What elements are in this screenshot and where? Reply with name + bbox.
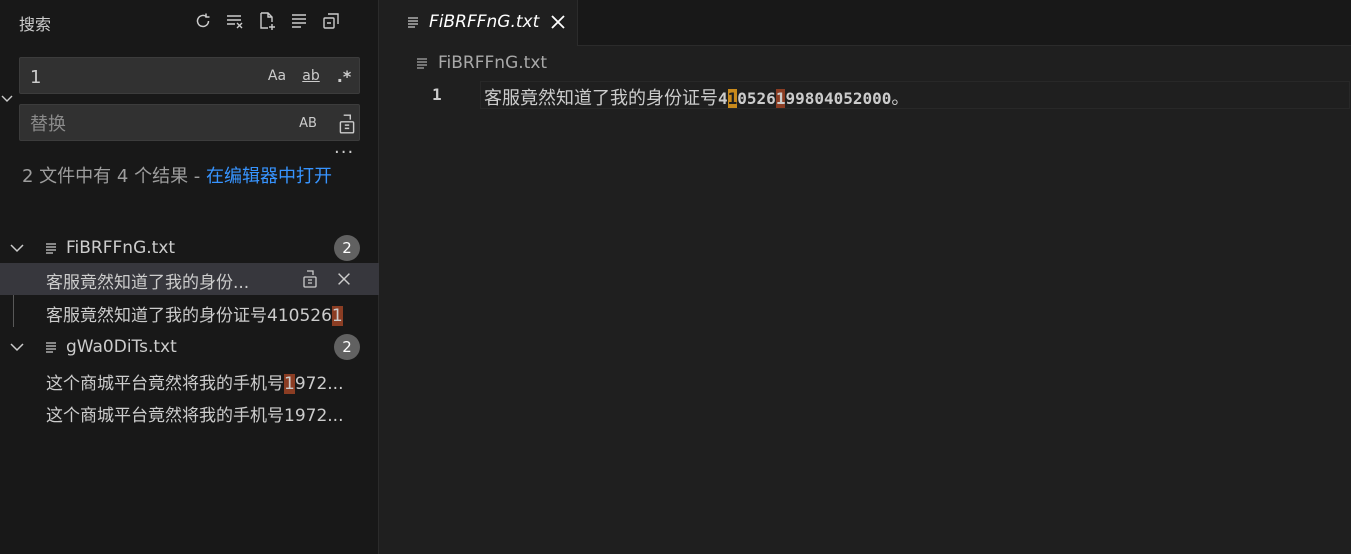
match-count-badge: 2 — [334, 235, 360, 261]
match-count-badge: 2 — [334, 334, 360, 360]
clear-results-icon[interactable] — [222, 8, 248, 34]
chevron-down-icon[interactable] — [9, 339, 25, 355]
search-sidebar: 搜索 Aa ab .* AB ··· 2 文件中有 4 个 — [0, 0, 379, 554]
open-in-editor-link[interactable]: 在编辑器中打开 — [206, 166, 332, 187]
text-file-icon — [406, 16, 420, 30]
tab-label: FiBRFFnG.txt — [429, 12, 540, 32]
file-name: FiBRFFnG.txt — [66, 238, 176, 258]
line-number: 1 — [432, 85, 442, 104]
match-row[interactable]: 这个商城平台竟然将我的手机号1972... — [0, 396, 379, 428]
current-match-highlight: 1 — [727, 89, 738, 108]
text-file-icon — [415, 56, 429, 70]
text-file-icon — [44, 340, 58, 354]
view-as-list-icon[interactable] — [286, 8, 312, 34]
chevron-down-icon[interactable] — [9, 240, 25, 256]
match-row[interactable]: 客服竟然知道了我的身份... — [0, 263, 379, 295]
search-input-box: Aa ab .* — [19, 57, 360, 94]
use-regex-toggle[interactable]: .* — [333, 65, 355, 87]
search-details-more-icon[interactable]: ··· — [334, 142, 354, 163]
editor-tab-bar: FiBRFFnG.txt — [380, 0, 1351, 46]
match-row[interactable]: 客服竟然知道了我的身份证号4105261 — [0, 296, 379, 328]
search-input[interactable] — [28, 64, 262, 90]
result-file-row[interactable]: gWa0DiTs.txt 2 — [0, 332, 379, 362]
match-text: 这个商城平台竟然将我的手机号1972... — [46, 406, 344, 426]
replace-input-box: AB — [19, 104, 360, 141]
match-highlight: 1 — [284, 374, 295, 394]
match-text: 这个商城平台竟然将我的手机号1972... — [46, 374, 344, 394]
result-file-row[interactable]: FiBRFFnG.txt 2 — [0, 233, 379, 263]
dismiss-match-icon[interactable] — [332, 267, 356, 291]
editor-line[interactable]: 1 客服竟然知道了我的身份证号410526199804052000。 — [380, 81, 1351, 109]
replace-input[interactable] — [28, 111, 262, 137]
match-text: 客服竟然知道了我的身份... — [46, 273, 250, 293]
line-content[interactable]: 客服竟然知道了我的身份证号410526199804052000。 — [484, 84, 909, 110]
sidebar-title: 搜索 — [19, 15, 52, 34]
match-case-toggle[interactable]: Aa — [266, 65, 288, 87]
match-whole-word-toggle[interactable]: ab — [298, 65, 324, 87]
results-summary: 2 文件中有 4 个结果 - 在编辑器中打开 — [22, 163, 352, 190]
text-file-icon — [44, 241, 58, 255]
collapse-all-icon[interactable] — [318, 8, 344, 34]
breadcrumb[interactable]: FiBRFFnG.txt — [415, 53, 547, 73]
toggle-replace-chevron-icon[interactable] — [0, 92, 14, 106]
match-row[interactable]: 这个商城平台竟然将我的手机号1972... — [0, 364, 379, 396]
replace-match-icon[interactable] — [298, 267, 322, 291]
new-search-editor-icon[interactable] — [254, 8, 280, 34]
match-text: 客服竟然知道了我的身份证号4105261 — [46, 306, 343, 326]
preserve-case-toggle[interactable]: AB — [296, 112, 320, 134]
replace-all-icon[interactable] — [335, 112, 359, 136]
match-highlight: 1 — [331, 306, 343, 326]
refresh-icon[interactable] — [190, 8, 216, 34]
results-summary-text: 2 文件中有 4 个结果 - — [22, 166, 207, 187]
match-highlight: 1 — [775, 89, 786, 108]
file-name: gWa0DiTs.txt — [66, 337, 177, 357]
tab-fibrffng-txt[interactable]: FiBRFFnG.txt — [380, 0, 578, 46]
search-actions — [190, 8, 344, 34]
breadcrumb-file[interactable]: FiBRFFnG.txt — [438, 53, 547, 73]
close-tab-icon[interactable] — [548, 12, 568, 32]
